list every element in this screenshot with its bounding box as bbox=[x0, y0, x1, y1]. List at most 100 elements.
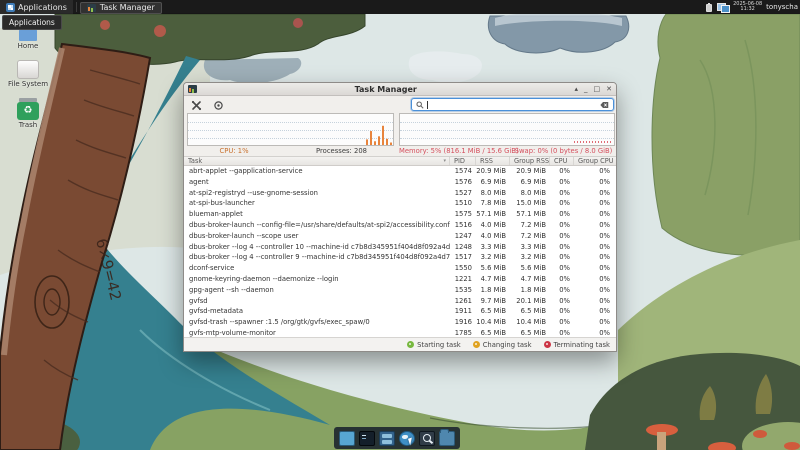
cpu-cell: 0% bbox=[559, 274, 570, 283]
username-label[interactable]: tonyscha bbox=[766, 3, 798, 11]
table-row[interactable]: dconf-service 1550 5.6 MiB 5.6 MiB 0% 0% bbox=[184, 263, 616, 274]
window-icon[interactable] bbox=[339, 430, 355, 446]
cpu-graph bbox=[187, 113, 394, 146]
group-rss-cell: 7.2 MiB bbox=[520, 220, 546, 229]
table-row[interactable]: at-spi2-registryd --use-gnome-session 152… bbox=[184, 188, 616, 199]
taskbar-item-label: Task Manager bbox=[99, 3, 155, 12]
task-cell: at-spi-bus-launcher bbox=[189, 199, 255, 208]
clear-search-icon[interactable] bbox=[600, 101, 609, 109]
swap-stat: Swap: 0% (0 bytes / 8.0 GiB) bbox=[514, 147, 613, 155]
desktop-icon-file-system[interactable]: File System bbox=[0, 60, 56, 88]
table-row[interactable]: agent 1576 6.9 MiB 6.9 MiB 0% 0% bbox=[184, 177, 616, 188]
desktop-screen: 6×9=42 Applications Task Manager 2025-06… bbox=[0, 0, 800, 450]
battery-icon[interactable] bbox=[705, 2, 713, 12]
cpu-cell: 0% bbox=[559, 264, 570, 273]
rss-cell: 20.9 MiB bbox=[476, 167, 506, 175]
terminal-icon[interactable] bbox=[359, 430, 375, 446]
clock[interactable]: 2025-06-08 11:32 bbox=[733, 2, 762, 12]
web-browser-icon[interactable] bbox=[399, 430, 415, 446]
table-row[interactable]: blueman-applet 1575 57.1 MiB 57.1 MiB 0% 0% bbox=[184, 209, 616, 220]
tools-icon bbox=[191, 100, 201, 110]
task-cell: gnome-keyring-daemon --daemonize --login bbox=[189, 274, 339, 283]
applications-menu-button[interactable]: Applications bbox=[0, 0, 73, 14]
rss-cell: 4.0 MiB bbox=[480, 220, 506, 229]
window-titlebar[interactable]: Task Manager ▴ _ □ ✕ bbox=[184, 83, 616, 96]
column-header-cpu[interactable]: CPU bbox=[550, 157, 574, 165]
table-row[interactable]: abrt-applet --gapplication-service 1574 20… bbox=[184, 166, 616, 177]
column-header-pid[interactable]: PID bbox=[450, 157, 476, 165]
table-row[interactable]: gvfsd 1261 9.7 MiB 20.1 MiB 0% 0% bbox=[184, 296, 616, 307]
identify-window-button[interactable] bbox=[211, 99, 225, 112]
table-row[interactable]: dbus-broker --log 4 --controller 9 --mac… bbox=[184, 252, 616, 263]
panel-separator bbox=[75, 2, 77, 12]
folder-icon[interactable] bbox=[439, 428, 455, 446]
group-cpu-cell: 0% bbox=[599, 177, 610, 186]
cpu-sparkline bbox=[366, 125, 392, 145]
cpu-cell: 0% bbox=[559, 296, 570, 305]
pid-cell: 1261 bbox=[454, 296, 472, 305]
starting-task-icon bbox=[407, 341, 415, 348]
cpu-cell: 0% bbox=[559, 210, 570, 219]
rss-cell: 7.8 MiB bbox=[480, 199, 506, 208]
table-row[interactable]: at-spi-bus-launcher 1510 7.8 MiB 15.0 MiB 0%… bbox=[184, 198, 616, 209]
table-row[interactable]: dbus-broker --log 4 --controller 10 --ma… bbox=[184, 242, 616, 253]
maximize-button[interactable]: □ bbox=[594, 85, 601, 93]
task-manager-window: Task Manager ▴ _ □ ✕ CPU: 1% Processes: … bbox=[183, 82, 617, 352]
group-rss-cell: 15.0 MiB bbox=[516, 199, 546, 208]
desktop-icon-trash[interactable]: ♻ Trash bbox=[0, 98, 56, 129]
cpu-cell: 0% bbox=[559, 177, 570, 186]
group-cpu-cell: 0% bbox=[599, 274, 610, 283]
file-cabinet-icon[interactable] bbox=[379, 430, 395, 446]
table-row[interactable]: dbus-broker-launch --scope user 1247 4.0 M… bbox=[184, 231, 616, 242]
text-caret bbox=[427, 100, 428, 109]
group-cpu-cell: 0% bbox=[599, 220, 610, 229]
column-header-group-cpu[interactable]: Group CPU bbox=[574, 157, 616, 165]
applications-menu-icon bbox=[6, 2, 15, 12]
group-rss-cell: 10.4 MiB bbox=[516, 318, 546, 327]
applications-tooltip: Applications bbox=[2, 15, 62, 30]
top-panel: Applications Task Manager 2025-06-08 11:… bbox=[0, 0, 800, 14]
group-cpu-cell: 0% bbox=[599, 231, 610, 240]
group-cpu-cell: 0% bbox=[599, 318, 610, 327]
cpu-cell: 0% bbox=[559, 188, 570, 197]
taskbar-item-task-manager[interactable]: Task Manager bbox=[79, 1, 162, 14]
table-row[interactable]: gnome-keyring-daemon --daemonize --login… bbox=[184, 274, 616, 285]
pid-cell: 1535 bbox=[454, 285, 472, 294]
app-finder-icon[interactable] bbox=[419, 430, 435, 446]
settings-button[interactable] bbox=[189, 99, 203, 112]
column-header-rss[interactable]: RSS bbox=[476, 157, 510, 165]
column-header-task[interactable]: Task ▾ bbox=[184, 157, 450, 165]
window-toolbar bbox=[184, 97, 616, 113]
table-row[interactable]: gvfsd-trash --spawner :1.5 /org/gtk/gvfs… bbox=[184, 317, 616, 328]
minimize-button[interactable]: _ bbox=[584, 85, 588, 93]
cpu-cell: 0% bbox=[559, 307, 570, 316]
close-button[interactable]: ✕ bbox=[606, 85, 612, 93]
pid-cell: 1248 bbox=[454, 242, 472, 251]
desktop-icon-home[interactable]: Home bbox=[0, 29, 56, 50]
shade-button[interactable]: ▴ bbox=[574, 85, 578, 93]
pid-cell: 1916 bbox=[454, 318, 472, 327]
search-input[interactable] bbox=[411, 98, 614, 111]
rss-cell: 1.8 MiB bbox=[480, 285, 506, 294]
network-icon[interactable] bbox=[717, 2, 731, 13]
pid-cell: 1247 bbox=[454, 231, 472, 240]
home-folder-icon bbox=[19, 29, 37, 41]
group-cpu-cell: 0% bbox=[599, 307, 610, 316]
group-rss-cell: 8.0 MiB bbox=[520, 188, 546, 197]
cpu-cell: 0% bbox=[559, 231, 570, 240]
table-row[interactable]: gvfsd-metadata 1911 6.5 MiB 6.5 MiB 0% 0% bbox=[184, 306, 616, 317]
table-row[interactable]: dbus-broker-launch --config-file=/usr/sh… bbox=[184, 220, 616, 231]
clock-time: 11:32 bbox=[740, 6, 755, 12]
desktop-icon-label: Trash bbox=[18, 121, 38, 129]
changing-task-icon bbox=[472, 341, 480, 348]
applications-menu-label: Applications bbox=[18, 2, 67, 12]
terminating-task-icon bbox=[543, 341, 551, 348]
task-cell: gvfsd bbox=[189, 296, 208, 305]
cpu-cell: 0% bbox=[559, 285, 570, 294]
column-header-group-rss[interactable]: Group RSS bbox=[510, 157, 550, 165]
legend-terminating-task: Terminating task bbox=[543, 341, 610, 349]
task-cell: gvfsd-metadata bbox=[189, 307, 243, 316]
table-row[interactable]: gpg-agent --sh --daemon 1535 1.8 MiB 1.8 Mi… bbox=[184, 285, 616, 296]
desktop-icon-label: Home bbox=[17, 42, 39, 50]
task-cell: dbus-broker --log 4 --controller 10 --ma… bbox=[189, 242, 450, 251]
